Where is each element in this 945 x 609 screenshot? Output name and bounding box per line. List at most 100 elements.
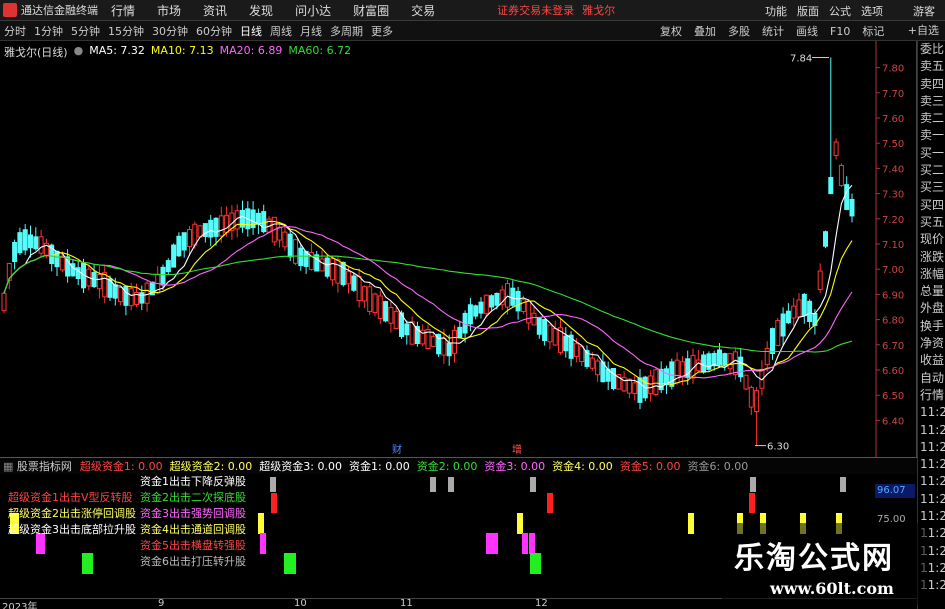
menu-item-function[interactable]: 功能: [765, 3, 787, 19]
side-panel-item[interactable]: 卖四: [918, 76, 945, 93]
add-watchlist-button[interactable]: +自选: [902, 21, 945, 41]
chart-tool-button[interactable]: F10: [830, 25, 850, 38]
kline-svg: 7.80 7.70 7.60 7.50 7.40 7.30 7.20 7.10 7.00 6.90…: [1, 41, 904, 457]
period-tab[interactable]: 30分钟: [152, 23, 188, 39]
signal-bar: [271, 493, 277, 513]
candle: [748, 385, 754, 416]
side-panel-item[interactable]: 买二: [918, 162, 945, 179]
side-panel-item[interactable]: 买一: [918, 145, 945, 162]
candle: [526, 299, 532, 331]
period-tab[interactable]: 更多: [371, 23, 393, 39]
candle-body: [181, 232, 187, 251]
menu-item-assistant[interactable]: 问小达: [295, 2, 331, 19]
side-panel-item[interactable]: 换手: [918, 318, 945, 335]
side-panel-item[interactable]: 买三: [918, 179, 945, 196]
side-panel-item[interactable]: 外盘: [918, 300, 945, 317]
side-panel-item[interactable]: 卖二: [918, 110, 945, 127]
chart-tool-button[interactable]: 复权: [660, 23, 682, 39]
side-panel-item[interactable]: 收益: [918, 352, 945, 369]
candle-body: [775, 320, 781, 346]
side-panel-item[interactable]: 净资: [918, 335, 945, 352]
menu-item-trade[interactable]: 交易: [411, 2, 435, 19]
menu-item-wealth[interactable]: 财富圈: [353, 2, 389, 19]
period-tab[interactable]: 周线: [270, 23, 292, 39]
side-panel-item[interactable]: 现价: [918, 231, 945, 248]
settings-dot-icon[interactable]: ●: [74, 44, 84, 60]
chart-tool-button[interactable]: 统计: [762, 23, 784, 39]
side-panel-item[interactable]: 涨幅: [918, 266, 945, 283]
candle: [626, 378, 632, 399]
candle-body: [12, 242, 18, 263]
chart-tool-button[interactable]: 画线: [796, 23, 818, 39]
candle: [340, 261, 346, 287]
candle-body: [404, 323, 410, 336]
side-panel-item[interactable]: 卖一: [918, 127, 945, 144]
side-panel-item[interactable]: 卖三: [918, 93, 945, 110]
side-panel-item[interactable]: 卖五: [918, 58, 945, 75]
chart-tool-button[interactable]: 多股: [728, 23, 750, 39]
candle: [510, 280, 516, 308]
side-panel-item[interactable]: 自动: [918, 370, 945, 387]
candle: [446, 334, 452, 366]
candle: [255, 208, 261, 235]
period-tab[interactable]: 多周期: [330, 23, 363, 39]
signal-bar: [284, 553, 290, 574]
candle: [838, 163, 844, 187]
side-panel-item[interactable]: 11:29: [918, 422, 945, 439]
candle-body: [457, 326, 463, 339]
indicator-value: 资金3: 0.00: [484, 460, 546, 473]
menu-item-formula[interactable]: 公式: [829, 3, 851, 19]
side-panel-item[interactable]: 11:29: [918, 439, 945, 456]
candle: [22, 224, 28, 255]
side-panel-item[interactable]: 11:29: [918, 456, 945, 473]
chart-tool-button[interactable]: 标记: [862, 23, 884, 39]
candle-body: [96, 273, 102, 290]
side-panel-item[interactable]: 11:29: [918, 404, 945, 421]
candle: [383, 300, 389, 323]
menu-item-quotes[interactable]: 行情: [111, 2, 135, 19]
chart-tool-button[interactable]: 叠加: [694, 23, 716, 39]
candle-body: [727, 353, 733, 370]
candle-body: [197, 225, 203, 238]
side-panel-item[interactable]: 11:29: [918, 473, 945, 490]
candle-body: [38, 236, 44, 254]
period-tab[interactable]: 分时: [4, 23, 26, 39]
menu-item-layout[interactable]: 版面: [797, 3, 819, 19]
candle-body: [102, 272, 108, 298]
period-tab[interactable]: 5分钟: [71, 23, 100, 39]
side-panel-item[interactable]: 总量: [918, 283, 945, 300]
side-panel-item[interactable]: 11:29: [918, 491, 945, 508]
stock-name: 雅戈尔(日线): [4, 46, 68, 59]
menu-item-news[interactable]: 资讯: [203, 2, 227, 19]
side-panel-item[interactable]: 委比: [918, 41, 945, 58]
guest-user[interactable]: 游客: [913, 3, 935, 19]
period-tab[interactable]: 60分钟: [196, 23, 232, 39]
candle-body: [542, 319, 548, 342]
menu-item-discover[interactable]: 发现: [249, 2, 273, 19]
side-panel-item[interactable]: 买五: [918, 214, 945, 231]
login-notice[interactable]: 证券交易未登录: [497, 2, 574, 18]
candle: [674, 352, 680, 385]
candle: [706, 351, 712, 372]
kline-chart[interactable]: 7.80 7.70 7.60 7.50 7.40 7.30 7.20 7.10 7.00 6.90…: [0, 41, 917, 457]
candle: [324, 254, 330, 279]
period-tab[interactable]: 1分钟: [34, 23, 63, 39]
menu-item-market[interactable]: 市场: [157, 2, 181, 19]
period-tab[interactable]: 月线: [300, 23, 322, 39]
side-panel-item[interactable]: 涨跌: [918, 249, 945, 266]
menu-item-options[interactable]: 选项: [861, 3, 883, 19]
period-tab[interactable]: 日线: [240, 23, 262, 39]
side-panel-item[interactable]: 买四: [918, 197, 945, 214]
side-panel-item[interactable]: 行情: [918, 387, 945, 404]
candle-body: [669, 361, 675, 387]
candle: [536, 317, 542, 339]
candle-body: [653, 369, 659, 396]
indicator-value: 超级资金1: 0.00: [79, 460, 163, 473]
candle: [452, 324, 457, 363]
signal-bar: [535, 553, 541, 574]
title-bar: 通达信金融终端 行情 市场 资讯 发现 问小达 财富圈 交易 证券交易未登录 雅…: [0, 0, 945, 21]
indicator-tab[interactable]: ▦ 股票指标网: [3, 458, 72, 474]
indicator-header: ▦ 股票指标网 超级资金1: 0.00 超级资金2: 0.00 超级资金3: 0.0…: [0, 457, 917, 474]
candle: [96, 265, 102, 299]
period-tab[interactable]: 15分钟: [108, 23, 144, 39]
